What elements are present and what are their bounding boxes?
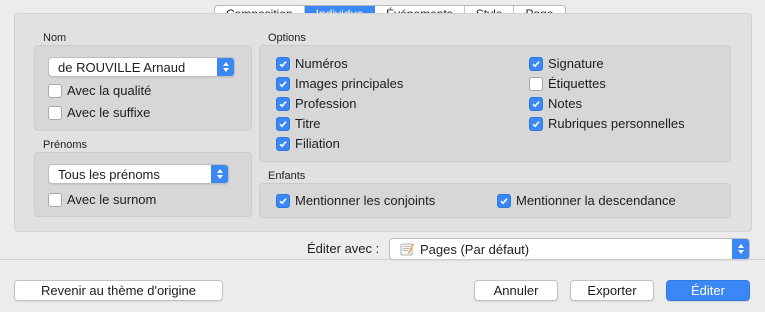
checkbox-label: Avec la qualité: [67, 83, 152, 98]
popup-arrows-icon: [732, 239, 749, 259]
checkbox-icon: [497, 193, 511, 208]
checkbox-avec-suffixe[interactable]: Avec le suffixe: [48, 105, 150, 120]
cancel-button[interactable]: Annuler: [474, 280, 558, 301]
checkbox-mentionner-conjoints[interactable]: Mentionner les conjoints: [276, 193, 435, 208]
checkbox-icon: [276, 116, 290, 131]
checkbox-icon: [276, 56, 290, 71]
checkbox-label: Notes: [548, 96, 582, 111]
checkbox-images-principales[interactable]: Images principales: [276, 76, 403, 91]
pages-app-icon: [400, 242, 414, 256]
popup-arrows-icon: [211, 165, 228, 183]
checkbox-notes[interactable]: Notes: [529, 96, 582, 111]
checkbox-icon: [276, 96, 290, 111]
editer-avec-label: Éditer avec :: [307, 241, 380, 256]
checkbox-label: Signature: [548, 56, 604, 71]
checkbox-label: Mentionner la descendance: [516, 193, 676, 208]
checkbox-etiquettes[interactable]: Étiquettes: [529, 76, 606, 91]
checkbox-profession[interactable]: Profession: [276, 96, 356, 111]
checkbox-label: Rubriques personnelles: [548, 116, 685, 131]
checkbox-label: Images principales: [295, 76, 404, 91]
checkbox-avec-surnom[interactable]: Avec le surnom: [48, 192, 156, 207]
divider: [0, 259, 765, 260]
checkbox-icon: [529, 116, 543, 131]
checkbox-numeros[interactable]: Numéros: [276, 56, 348, 71]
nom-popup-value: de ROUVILLE Arnaud: [58, 59, 186, 75]
popup-arrows-icon: [217, 58, 234, 76]
checkbox-icon: [276, 136, 290, 151]
checkbox-icon: [529, 56, 543, 71]
nom-popup[interactable]: de ROUVILLE Arnaud: [48, 57, 235, 77]
prenoms-title: Prénoms: [43, 139, 88, 151]
checkbox-icon: [529, 96, 543, 111]
editer-avec-popup[interactable]: Pages (Par défaut): [389, 238, 750, 260]
checkbox-mentionner-descendance[interactable]: Mentionner la descendance: [497, 193, 676, 208]
checkbox-label: Filiation: [295, 136, 340, 151]
revert-theme-button[interactable]: Revenir au thème d'origine: [14, 280, 223, 301]
checkbox-titre[interactable]: Titre: [276, 116, 321, 131]
enfants-title: Enfants: [268, 170, 306, 182]
checkbox-label: Étiquettes: [548, 76, 606, 91]
checkbox-label: Profession: [295, 96, 357, 111]
checkbox-label: Numéros: [295, 56, 348, 71]
checkbox-icon: [48, 83, 62, 98]
options-title: Options: [268, 32, 306, 44]
prenoms-box: [34, 152, 252, 217]
checkbox-rubriques-personnelles[interactable]: Rubriques personnelles: [529, 116, 685, 131]
checkbox-icon: [48, 105, 62, 120]
checkbox-label: Titre: [295, 116, 321, 131]
checkbox-icon: [276, 193, 290, 208]
checkbox-icon: [48, 192, 62, 207]
prenoms-popup[interactable]: Tous les prénoms: [48, 164, 229, 184]
checkbox-icon: [529, 76, 543, 91]
export-button[interactable]: Exporter: [570, 280, 654, 301]
checkbox-filiation[interactable]: Filiation: [276, 136, 340, 151]
checkbox-avec-qualite[interactable]: Avec la qualité: [48, 83, 151, 98]
checkbox-label: Mentionner les conjoints: [295, 193, 436, 208]
checkbox-signature[interactable]: Signature: [529, 56, 604, 71]
prenoms-popup-value: Tous les prénoms: [58, 166, 160, 182]
checkbox-label: Avec le surnom: [67, 192, 157, 207]
editer-avec-value: Pages (Par défaut): [420, 241, 530, 257]
edit-button[interactable]: Éditer: [666, 280, 750, 301]
nom-title: Nom: [43, 32, 67, 44]
checkbox-label: Avec le suffixe: [67, 105, 151, 120]
checkbox-icon: [276, 76, 290, 91]
